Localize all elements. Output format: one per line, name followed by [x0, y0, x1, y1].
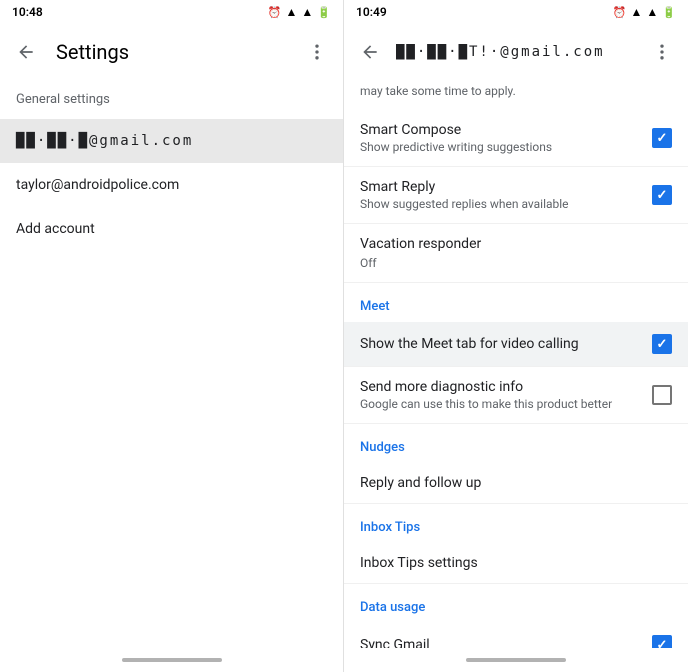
- meet-tab-item[interactable]: Show the Meet tab for video calling ✓: [344, 322, 688, 367]
- account1-item[interactable]: ██·██·█@gmail.com: [0, 119, 343, 163]
- right-panel: 10:49 ⏰ ▲ ▲ 🔋 ██·██·█T!·@gmail.com may t…: [344, 0, 688, 672]
- left-more-button[interactable]: [299, 34, 335, 70]
- right-more-button[interactable]: [644, 34, 680, 70]
- right-header: ██·██·█T!·@gmail.com: [344, 24, 688, 80]
- smart-compose-text: Smart Compose Show predictive writing su…: [360, 122, 652, 154]
- right-alarm-icon: ⏰: [613, 6, 627, 19]
- right-status-bar: 10:49 ⏰ ▲ ▲ 🔋: [344, 0, 688, 24]
- meet-tab-checkbox[interactable]: ✓: [652, 334, 672, 354]
- wifi-icon: ▲: [286, 5, 298, 19]
- right-header-title: ██·██·█T!·@gmail.com: [396, 44, 636, 60]
- vacation-responder-text: Vacation responder Off: [360, 236, 672, 270]
- inbox-tips-section-header: Inbox Tips: [344, 504, 688, 543]
- nudges-label: Reply and follow up: [360, 475, 672, 491]
- add-account-item[interactable]: Add account: [0, 207, 343, 251]
- right-time: 10:49: [356, 5, 387, 19]
- apply-notice: may take some time to apply.: [344, 80, 688, 110]
- smart-reply-item[interactable]: Smart Reply Show suggested replies when …: [344, 167, 688, 224]
- meet-tab-text: Show the Meet tab for video calling: [360, 336, 652, 352]
- smart-reply-checkbox[interactable]: ✓: [652, 185, 672, 205]
- alarm-icon: ⏰: [268, 6, 282, 19]
- smart-compose-item[interactable]: Smart Compose Show predictive writing su…: [344, 110, 688, 167]
- account1-label: ██·██·█@gmail.com: [16, 133, 193, 149]
- nudges-section-header: Nudges: [344, 424, 688, 463]
- left-home-indicator: [122, 658, 222, 662]
- vacation-responder-item[interactable]: Vacation responder Off: [344, 224, 688, 283]
- diagnostic-item[interactable]: Send more diagnostic info Google can use…: [344, 367, 688, 424]
- diagnostic-checkbox[interactable]: ✓: [652, 385, 672, 405]
- smart-compose-sub: Show predictive writing suggestions: [360, 140, 652, 154]
- vacation-responder-value: Off: [360, 256, 672, 270]
- diagnostic-sub: Google can use this to make this product…: [360, 397, 652, 411]
- smart-compose-checkbox[interactable]: ✓: [652, 128, 672, 148]
- left-status-bar: 10:48 ⏰ ▲ ▲ 🔋: [0, 0, 343, 24]
- left-status-icons: ⏰ ▲ ▲ 🔋: [268, 5, 331, 19]
- settings-scroll: may take some time to apply. Smart Compo…: [344, 80, 688, 648]
- diagnostic-label: Send more diagnostic info: [360, 379, 652, 395]
- inbox-tips-text: Inbox Tips settings: [360, 555, 672, 571]
- sync-gmail-checkmark: ✓: [657, 639, 668, 649]
- left-header: Settings: [0, 24, 343, 80]
- inbox-tips-label: Inbox Tips settings: [360, 555, 672, 571]
- account2-item[interactable]: taylor@androidpolice.com: [0, 163, 343, 207]
- smart-compose-checkmark: ✓: [657, 132, 668, 145]
- sync-gmail-label: Sync Gmail: [360, 637, 652, 648]
- add-account-label: Add account: [16, 221, 95, 237]
- right-back-button[interactable]: [352, 34, 388, 70]
- smart-reply-text: Smart Reply Show suggested replies when …: [360, 179, 652, 211]
- general-settings-item[interactable]: General settings: [0, 80, 343, 119]
- smart-reply-checkmark: ✓: [657, 189, 668, 202]
- nav-list: General settings ██·██·█@gmail.com taylo…: [0, 80, 343, 648]
- inbox-tips-item[interactable]: Inbox Tips settings: [344, 543, 688, 584]
- diagnostic-text: Send more diagnostic info Google can use…: [360, 379, 652, 411]
- left-time: 10:48: [12, 5, 43, 19]
- right-signal-icon: ▲: [646, 5, 658, 19]
- smart-reply-label: Smart Reply: [360, 179, 652, 195]
- left-panel: 10:48 ⏰ ▲ ▲ 🔋 Settings: [0, 0, 344, 672]
- meet-section-header: Meet: [344, 283, 688, 322]
- meet-tab-label: Show the Meet tab for video calling: [360, 336, 652, 352]
- right-bottom-bar: [344, 648, 688, 672]
- data-usage-section-header: Data usage: [344, 584, 688, 623]
- battery-icon: 🔋: [317, 6, 331, 19]
- smart-reply-sub: Show suggested replies when available: [360, 197, 652, 211]
- settings-title: Settings: [56, 40, 287, 64]
- meet-tab-checkmark: ✓: [657, 338, 668, 351]
- smart-compose-label: Smart Compose: [360, 122, 652, 138]
- back-button[interactable]: [8, 34, 44, 70]
- nudges-text: Reply and follow up: [360, 475, 672, 491]
- left-bottom-bar: [0, 648, 343, 672]
- right-battery-icon: 🔋: [662, 6, 676, 19]
- right-home-indicator: [466, 658, 566, 662]
- signal-icon: ▲: [301, 5, 313, 19]
- sync-gmail-checkbox[interactable]: ✓: [652, 635, 672, 648]
- right-status-icons: ⏰ ▲ ▲ 🔋: [613, 5, 676, 19]
- account2-label: taylor@androidpolice.com: [16, 177, 179, 193]
- right-wifi-icon: ▲: [631, 5, 643, 19]
- sync-gmail-item[interactable]: Sync Gmail ✓: [344, 623, 688, 648]
- sync-gmail-text: Sync Gmail: [360, 637, 652, 648]
- nudges-item[interactable]: Reply and follow up: [344, 463, 688, 504]
- vacation-responder-label: Vacation responder: [360, 236, 672, 252]
